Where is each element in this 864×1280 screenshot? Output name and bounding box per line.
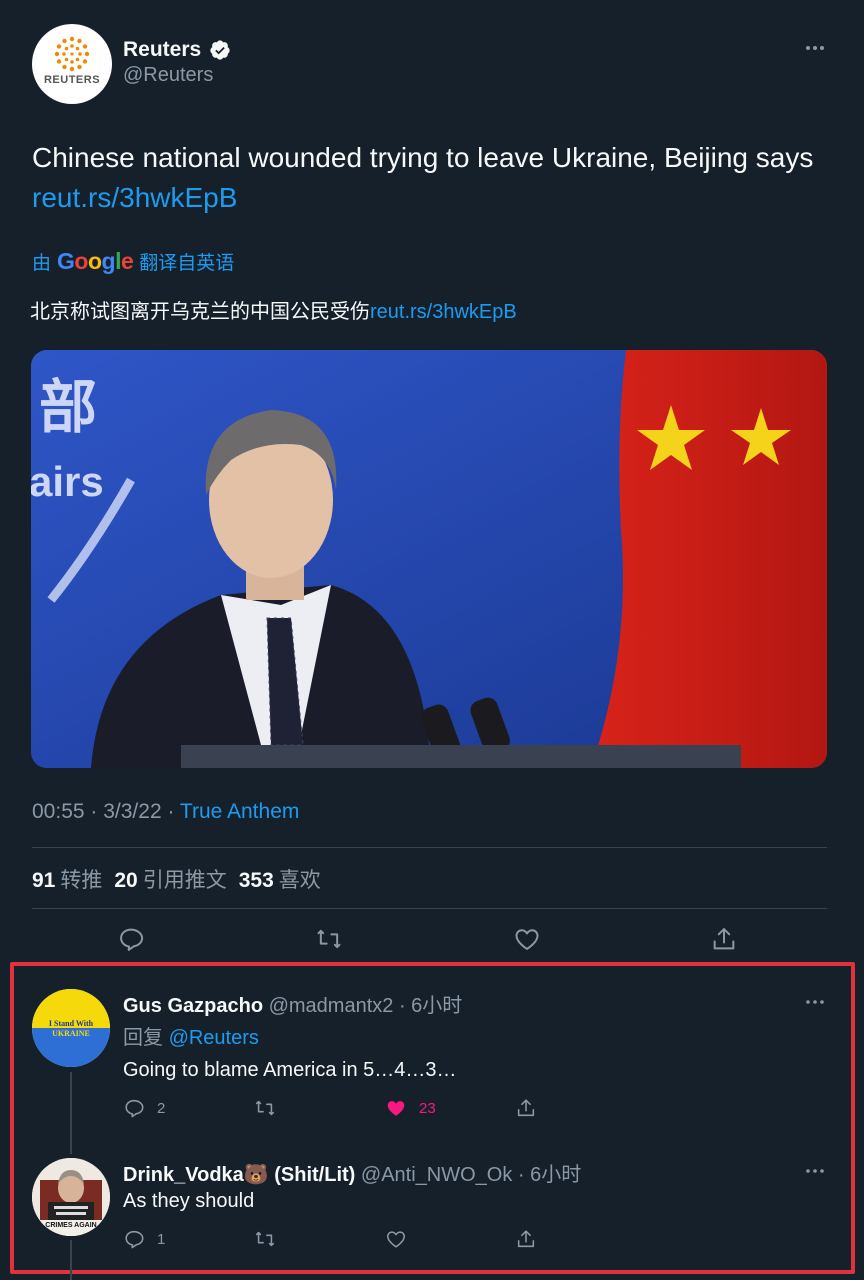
tweet-date: 3/3/22 bbox=[103, 800, 162, 823]
quotes-stat[interactable]: 20 引用推文 bbox=[114, 864, 226, 894]
reply-item[interactable]: CRIMES AGAIN Drink_Vodka🐻 (Shit/Lit) @An… bbox=[32, 1158, 832, 1258]
reply-item[interactable]: I Stand With UKRAINE Gus Gazpacho @madma… bbox=[32, 989, 832, 1129]
reply-share-action[interactable] bbox=[515, 1097, 537, 1119]
retweets-stat[interactable]: 91 转推 bbox=[32, 864, 102, 894]
reply-text: Going to blame America in 5…4…3… bbox=[123, 1059, 457, 1081]
reply-text: As they should bbox=[123, 1190, 255, 1212]
reply-count: 1 bbox=[157, 1230, 166, 1248]
author-handle[interactable]: @Reuters bbox=[123, 64, 231, 87]
reply-time: 6小时 bbox=[530, 1164, 582, 1186]
tweet-photo[interactable]: 部 airs bbox=[31, 350, 827, 768]
tweet-meta: 00:55 · 3/3/22 · True Anthem bbox=[32, 800, 299, 824]
reply-handle[interactable]: @Anti_NWO_Ok bbox=[361, 1164, 512, 1186]
reuters-avatar[interactable]: REUTERS bbox=[32, 24, 112, 104]
retweet-icon bbox=[255, 1100, 275, 1116]
share-icon[interactable] bbox=[710, 925, 738, 953]
meta-separator: · bbox=[393, 995, 412, 1017]
meta-separator: · bbox=[512, 1164, 531, 1186]
tweet-source[interactable]: True Anthem bbox=[180, 800, 299, 823]
divider bbox=[32, 908, 827, 909]
tweet-header: REUTERS Reuters @Reuters bbox=[32, 24, 832, 104]
reply-display-name[interactable]: Drink_Vodka🐻 (Shit/Lit) bbox=[123, 1164, 355, 1186]
reply-like-action[interactable]: 23 bbox=[385, 1097, 436, 1119]
more-options-icon[interactable] bbox=[804, 1164, 826, 1178]
tweet-text: Chinese national wounded trying to leave… bbox=[32, 138, 822, 218]
translate-suffix: 翻译自英语 bbox=[139, 252, 235, 274]
reply-retweet-action[interactable] bbox=[254, 1097, 276, 1119]
like-count: 23 bbox=[419, 1099, 436, 1117]
photo-sign-character: 部 bbox=[39, 375, 98, 440]
translated-text: 北京称试图离开乌克兰的中国公民受伤reut.rs/3hwkEpB bbox=[30, 295, 517, 324]
avatar-brand-text: REUTERS bbox=[43, 74, 101, 86]
author-block: Reuters @Reuters bbox=[123, 38, 231, 87]
reply-reply-action[interactable]: 2 bbox=[123, 1097, 165, 1119]
reply-icon bbox=[125, 1099, 144, 1118]
reuters-logo-icon bbox=[54, 36, 90, 72]
translate-attribution[interactable]: 由 Google 翻译自英语 bbox=[32, 246, 234, 276]
author-display-name[interactable]: Reuters bbox=[123, 38, 201, 62]
reply-avatar[interactable]: I Stand With UKRAINE bbox=[32, 989, 110, 1067]
reply-handle[interactable]: @madmantx2 bbox=[269, 995, 394, 1017]
retweet-icon bbox=[255, 1231, 275, 1247]
reply-header: Drink_Vodka🐻 (Shit/Lit) @Anti_NWO_Ok · 6… bbox=[123, 1158, 581, 1187]
avatar-text: CRIMES AGAIN bbox=[45, 1222, 97, 1229]
reply-icon[interactable] bbox=[117, 925, 145, 953]
tweet-actions bbox=[0, 925, 864, 955]
reply-to-prefix: 回复 bbox=[123, 1027, 163, 1049]
reply-time: 6小时 bbox=[411, 995, 463, 1017]
reply-to-line: 回复 @Reuters bbox=[123, 1021, 259, 1050]
more-options-icon[interactable] bbox=[804, 995, 826, 1009]
divider bbox=[32, 847, 827, 848]
meta-separator: · bbox=[167, 800, 180, 823]
google-logo: Google bbox=[57, 247, 134, 274]
reply-like-action[interactable] bbox=[385, 1228, 407, 1250]
share-icon bbox=[517, 1099, 535, 1117]
translate-prefix: 由 bbox=[32, 252, 52, 274]
reply-actions: 2 23 bbox=[123, 1097, 543, 1121]
avatar-text: I Stand With bbox=[48, 1019, 94, 1028]
reply-display-name[interactable]: Gus Gazpacho bbox=[123, 995, 263, 1017]
tweet-body: Chinese national wounded trying to leave… bbox=[32, 142, 814, 173]
reply-share-action[interactable] bbox=[515, 1228, 537, 1250]
reply-count: 2 bbox=[157, 1099, 166, 1117]
share-icon bbox=[517, 1230, 535, 1248]
likes-stat[interactable]: 353 喜欢 bbox=[239, 864, 321, 894]
translated-body: 北京称试图离开乌克兰的中国公民受伤 bbox=[30, 301, 370, 323]
reply-actions: 1 bbox=[123, 1228, 543, 1252]
more-options-icon[interactable] bbox=[804, 40, 826, 56]
retweet-icon[interactable] bbox=[315, 925, 343, 953]
reply-reply-action[interactable]: 1 bbox=[123, 1228, 165, 1250]
reply-retweet-action[interactable] bbox=[254, 1228, 276, 1250]
reply-avatar[interactable]: CRIMES AGAIN bbox=[32, 1158, 110, 1236]
like-filled-icon bbox=[387, 1101, 405, 1116]
like-icon bbox=[386, 1231, 406, 1248]
meta-separator: · bbox=[90, 800, 104, 823]
translated-link[interactable]: reut.rs/3hwkEpB bbox=[370, 301, 517, 323]
reply-header: Gus Gazpacho @madmantx2 · 6小时 bbox=[123, 989, 462, 1018]
tweet-time: 00:55 bbox=[32, 800, 85, 823]
reply-to-handle[interactable]: @Reuters bbox=[169, 1027, 259, 1049]
photo-sign-text: airs bbox=[31, 458, 104, 505]
verified-badge-icon bbox=[210, 40, 230, 60]
tweet-link[interactable]: reut.rs/3hwkEpB bbox=[32, 182, 237, 213]
spokesperson-photo-image bbox=[31, 350, 827, 768]
avatar-text: UKRAINE bbox=[52, 1029, 90, 1038]
reply-icon bbox=[125, 1230, 144, 1249]
tweet-stats: 91 转推 20 引用推文 353 喜欢 bbox=[32, 864, 323, 894]
like-icon[interactable] bbox=[513, 925, 541, 953]
